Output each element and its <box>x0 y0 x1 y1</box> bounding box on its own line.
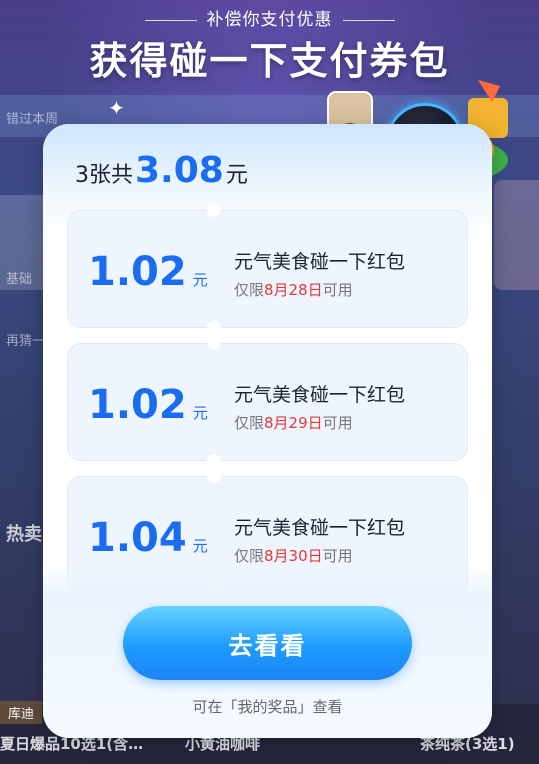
summary-unit: 元 <box>225 163 248 188</box>
background-label: 再猜一 <box>6 334 46 349</box>
coupon-validity: 仅限8月30日可用 <box>234 547 353 565</box>
popup-subtitle: 补偿你支付优惠 <box>0 5 539 30</box>
coupon-name: 元气美食碰一下红包 <box>234 251 406 273</box>
background-hot-label: 热卖 <box>6 524 42 545</box>
background-card-right <box>494 180 539 290</box>
coupon-summary: 3张共3.08元 <box>75 150 248 191</box>
coupon-name: 元气美食碰一下红包 <box>234 517 406 539</box>
coupon-pack-card: 3张共3.08元 1.02 元 元气美食碰一下红包 仅限8月28日可用 1.02 元… <box>43 124 492 738</box>
prize-location-hint: 可在「我的奖品」查看 <box>192 698 343 716</box>
coupon-item: 1.02 元 元气美食碰一下红包 仅限8月28日可用 <box>67 203 468 335</box>
coupon-value: 1.02 元 <box>88 382 208 428</box>
go-view-button[interactable]: 去看看 <box>123 606 412 680</box>
background-kudi-tag: 库迪 <box>0 701 43 724</box>
summary-prefix: 3张共 <box>75 163 133 188</box>
background-label: 基础 <box>6 272 33 287</box>
sparkle-icon: ✦ <box>108 96 125 120</box>
coupon-name: 元气美食碰一下红包 <box>234 384 406 406</box>
coupon-validity: 仅限8月29日可用 <box>234 414 353 432</box>
summary-amount: 3.08 <box>135 150 224 191</box>
coupon-value: 1.04 元 <box>88 515 208 561</box>
coupon-item: 1.02 元 元气美食碰一下红包 仅限8月29日可用 <box>67 336 468 468</box>
popup-title: 获得碰一下支付券包 <box>89 39 450 83</box>
coupon-value: 1.02 元 <box>88 249 208 295</box>
coupon-validity: 仅限8月28日可用 <box>234 281 353 299</box>
